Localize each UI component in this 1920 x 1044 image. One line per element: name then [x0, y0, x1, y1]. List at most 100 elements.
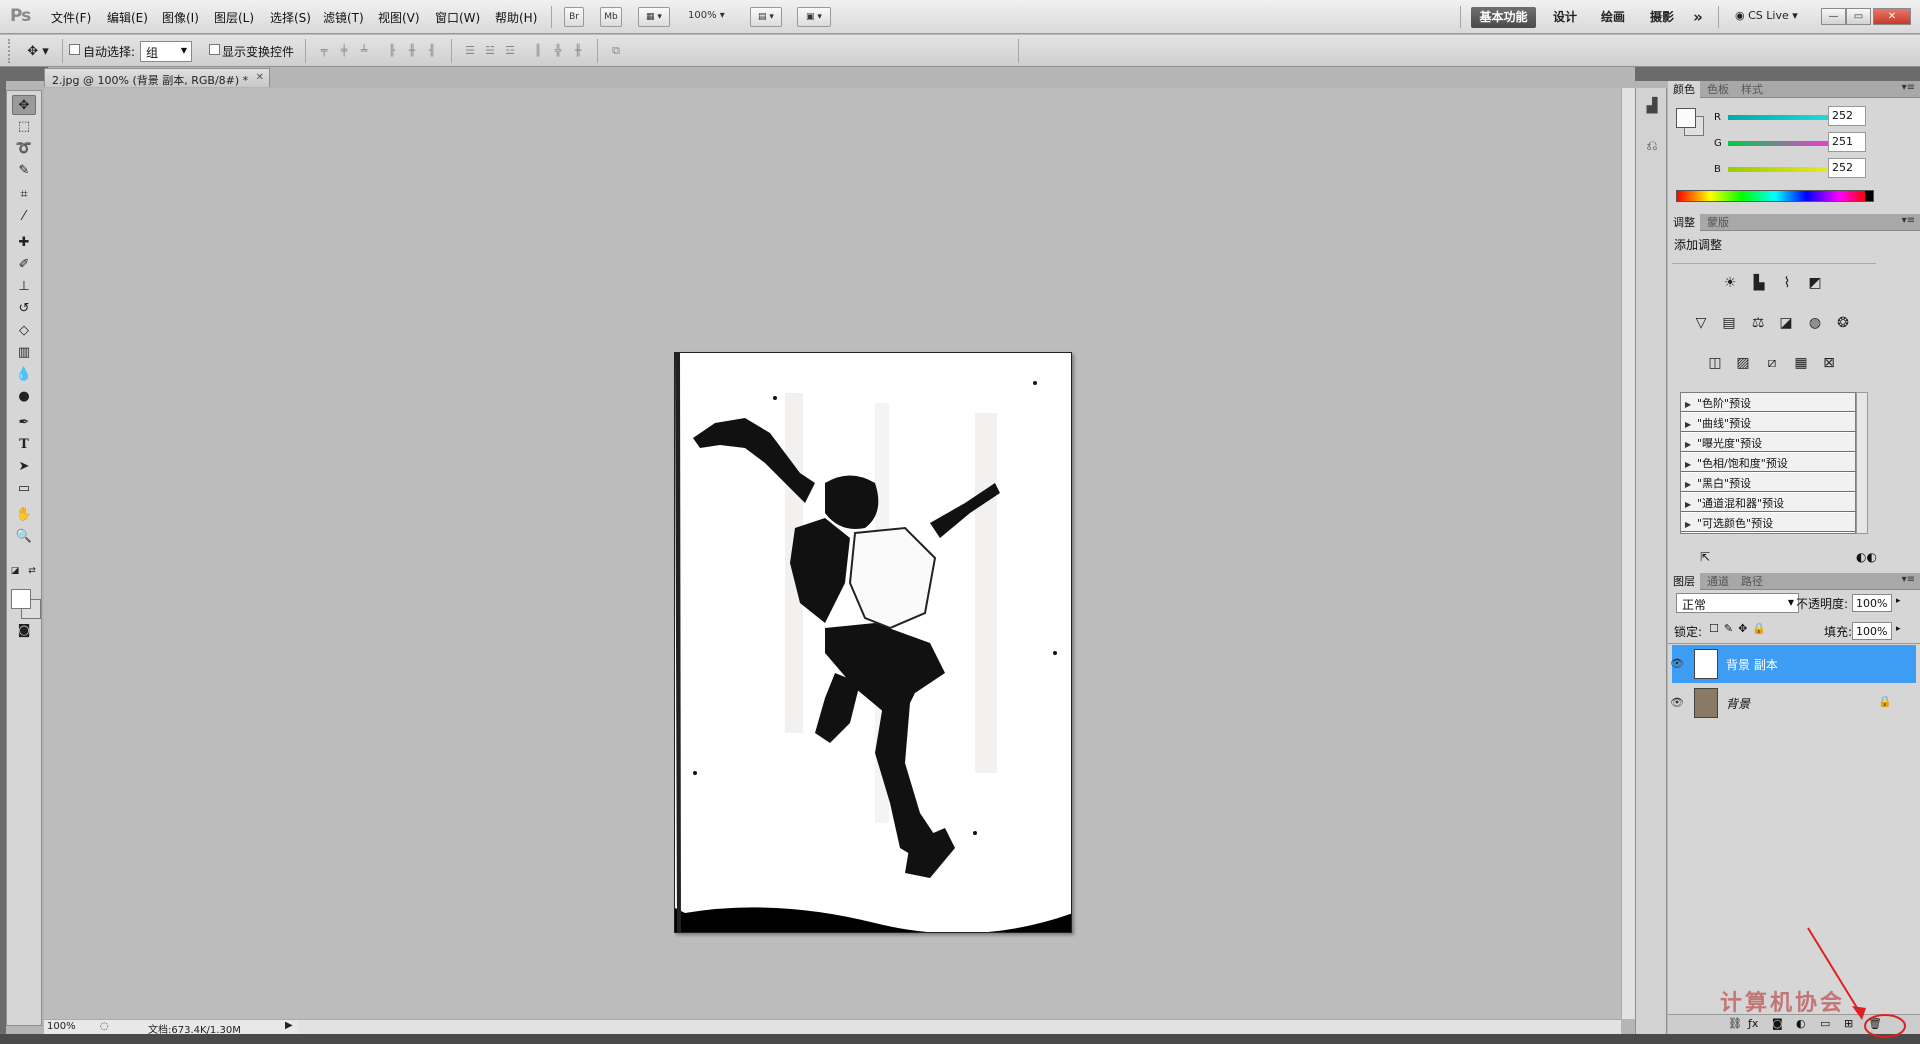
vibrance-icon[interactable]: ▽ [1690, 312, 1712, 334]
tab-adjustments[interactable]: 调整 [1668, 214, 1700, 231]
workspace-photography[interactable]: 摄影 [1645, 7, 1679, 28]
distribute-top-icon[interactable]: ☰ [462, 44, 478, 58]
mini-bridge-button[interactable]: Mb [600, 7, 622, 27]
path-selection-tool-icon[interactable]: ➤ [12, 457, 36, 477]
color-fg-swatch[interactable] [1676, 108, 1696, 128]
blue-value-field[interactable]: 252 [1828, 158, 1866, 178]
invert-icon[interactable]: ◫ [1704, 352, 1726, 374]
document-tab[interactable]: 2.jpg @ 100% (背景 副本, RGB/8#) * ✕ [44, 68, 270, 87]
gradient-tool-icon[interactable]: ▥ [12, 343, 36, 363]
arrange-documents-button[interactable]: ▤ ▾ [750, 7, 782, 27]
layer-row-background-copy[interactable]: 👁 背景 副本 [1670, 645, 1916, 683]
distribute-left-icon[interactable]: ║ [530, 44, 546, 58]
presets-scrollbar[interactable] [1856, 392, 1868, 534]
preset-channel-mixer[interactable]: ▶ "通道混和器"预设 [1681, 493, 1855, 512]
distribute-bottom-icon[interactable]: ☲ [502, 44, 518, 58]
add-mask-icon[interactable]: ◙ [1772, 1017, 1783, 1030]
preset-exposure[interactable]: ▶ "曝光度"预设 [1681, 433, 1855, 452]
move-tool-preset-picker[interactable]: ✥ ▾ [20, 44, 56, 59]
red-slider[interactable] [1728, 115, 1828, 120]
preset-hue-saturation[interactable]: ▶ "色相/饱和度"预设 [1681, 453, 1855, 472]
history-icon[interactable]: ⎌ [1642, 136, 1662, 156]
view-extras-button[interactable]: ▦ ▾ [638, 7, 670, 27]
distribute-hcenter-icon[interactable]: ╬ [550, 44, 566, 58]
marquee-tool-icon[interactable]: ⬚ [12, 117, 36, 137]
tab-swatches[interactable]: 色板 [1702, 81, 1734, 98]
layer-name[interactable]: 背景 副本 [1726, 656, 1778, 673]
document-image[interactable] [674, 352, 1072, 933]
minimize-button[interactable]: — [1821, 8, 1846, 25]
auto-align-layers-icon[interactable]: ⧉ [608, 44, 624, 58]
blend-mode-dropdown[interactable]: 正常 ▼ [1676, 593, 1799, 613]
clip-layer-icon[interactable]: ◐◐ [1856, 550, 1877, 564]
panel-menu-icon[interactable]: ▾≡ [1902, 215, 1915, 226]
hand-tool-icon[interactable]: ✋ [12, 505, 36, 525]
type-tool-icon[interactable]: T [12, 435, 36, 455]
posterize-icon[interactable]: ▨ [1732, 352, 1754, 374]
zoom-tool-icon[interactable]: 🔍 [12, 527, 36, 547]
panel-menu-icon[interactable]: ▾≡ [1902, 574, 1915, 585]
threshold-icon[interactable]: ⧄ [1761, 352, 1783, 374]
green-slider[interactable] [1728, 141, 1828, 146]
workspace-design[interactable]: 设计 [1548, 7, 1582, 28]
curves-icon[interactable]: ⌇ [1776, 272, 1798, 294]
history-brush-tool-icon[interactable]: ↺ [12, 299, 36, 319]
eye-icon[interactable]: 👁 [1670, 696, 1684, 710]
align-top-edges-icon[interactable]: ╤ [316, 44, 332, 58]
close-window-button[interactable]: ✕ [1873, 8, 1911, 25]
menu-view[interactable]: 视图(V) [378, 9, 420, 26]
healing-brush-tool-icon[interactable]: ✚ [12, 233, 36, 253]
canvas-area[interactable] [44, 88, 1621, 1019]
red-value-field[interactable]: 252 [1828, 106, 1866, 126]
align-horizontal-centers-icon[interactable]: ╫ [404, 44, 420, 58]
histogram-icon[interactable]: ▟ [1642, 96, 1662, 116]
show-transform-controls-checkbox[interactable] [209, 44, 220, 55]
menu-image[interactable]: 图像(I) [162, 9, 199, 26]
green-value-field[interactable]: 251 [1828, 132, 1866, 152]
black-white-icon[interactable]: ◪ [1775, 312, 1797, 334]
exposure-icon[interactable]: ◩ [1804, 272, 1826, 294]
menu-layer[interactable]: 图层(L) [214, 9, 254, 26]
fill-field[interactable]: 100% [1852, 622, 1892, 640]
menu-help[interactable]: 帮助(H) [495, 9, 537, 26]
close-icon[interactable]: ✕ [256, 72, 264, 83]
layer-row-background[interactable]: 👁 背景 🔒 [1670, 684, 1916, 722]
blue-slider[interactable] [1728, 167, 1828, 172]
pen-tool-icon[interactable]: ✒ [12, 413, 36, 433]
lock-options[interactable]: ☐✎✥🔒 [1709, 622, 1771, 635]
rectangle-tool-icon[interactable]: ▭ [12, 479, 36, 499]
preset-selective-color[interactable]: ▶ "可选颜色"预设 [1681, 513, 1855, 532]
zoom-level-dropdown[interactable]: 100% ▾ [688, 10, 725, 21]
quick-selection-tool-icon[interactable]: ✎ [12, 161, 36, 181]
selective-color-icon[interactable]: ⊠ [1818, 352, 1840, 374]
screen-mode-button[interactable]: ▣ ▾ [797, 7, 831, 27]
align-bottom-edges-icon[interactable]: ╧ [356, 44, 372, 58]
eraser-tool-icon[interactable]: ◇ [12, 321, 36, 341]
layer-name[interactable]: 背景 [1726, 695, 1750, 712]
preset-black-white[interactable]: ▶ "黑白"预设 [1681, 473, 1855, 492]
eyedropper-tool-icon[interactable]: ⁄ [12, 207, 36, 227]
quick-mask-icon[interactable]: ◙ [12, 621, 36, 641]
return-to-list-icon[interactable]: ⇱ [1700, 550, 1710, 564]
lasso-tool-icon[interactable]: ➰ [12, 139, 36, 159]
dodge-tool-icon[interactable]: ● [12, 387, 36, 407]
link-layers-icon[interactable]: ⛓ [1728, 1017, 1742, 1030]
levels-icon[interactable]: ▙ [1748, 272, 1770, 294]
swap-colors-icon[interactable]: ⇄ [25, 565, 39, 577]
tab-masks[interactable]: 蒙版 [1702, 214, 1734, 231]
eye-icon[interactable]: 👁 [1670, 657, 1684, 671]
status-zoom[interactable]: 100% [47, 1021, 76, 1032]
crop-tool-icon[interactable]: ⌗ [12, 185, 36, 205]
tab-layers[interactable]: 图层 [1668, 573, 1700, 590]
tab-color[interactable]: 颜色 [1668, 81, 1700, 98]
toolbox-header[interactable] [0, 67, 48, 81]
auto-select-checkbox[interactable] [69, 44, 80, 55]
opacity-arrow-icon[interactable]: ▸ [1896, 596, 1901, 606]
horizontal-scrollbar[interactable] [298, 1019, 1621, 1034]
layer-style-icon[interactable]: ƒx [1748, 1017, 1758, 1030]
restore-button[interactable]: ▭ [1846, 8, 1871, 25]
move-tool-icon[interactable]: ✥ [12, 95, 36, 115]
cs-live-menu[interactable]: ◉ CS Live ▾ [1735, 9, 1798, 22]
foreground-color-swatch[interactable] [11, 589, 31, 609]
panel-dock-header[interactable] [1635, 67, 1920, 81]
